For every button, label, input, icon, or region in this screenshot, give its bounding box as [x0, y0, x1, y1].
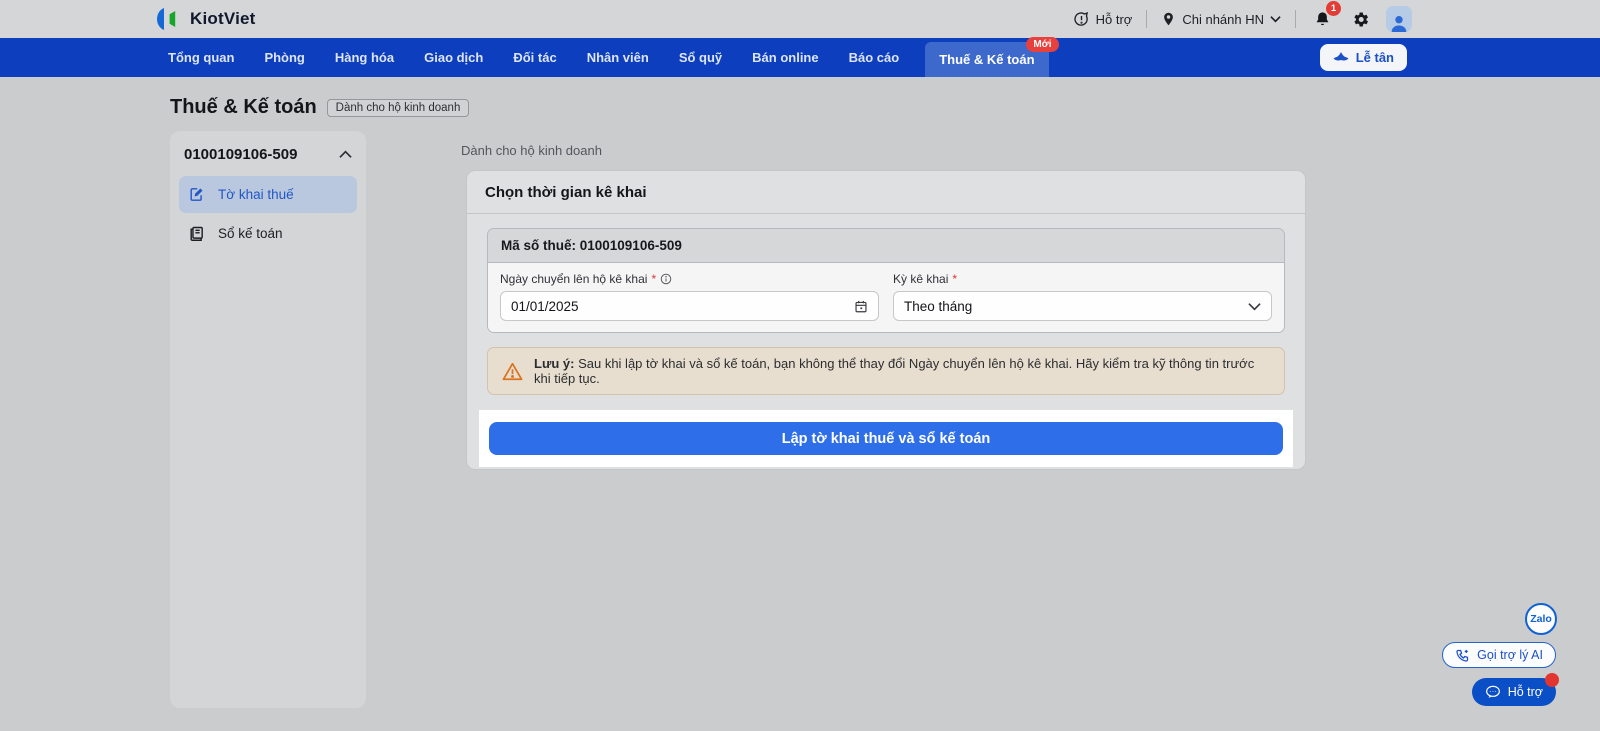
card-title: Chọn thời gian kê khai — [467, 171, 1305, 214]
date-field-label-row: Ngày chuyển lên hộ kê khai * — [500, 272, 879, 286]
nav-tab-giao-dich[interactable]: Giao dịch — [424, 50, 483, 65]
main-navbar: Tổng quan Phòng Hàng hóa Giao dịch Đối t… — [0, 37, 1600, 77]
reception-button[interactable]: Lễ tân — [1319, 44, 1407, 71]
kiotviet-logo-icon — [156, 7, 182, 31]
chevron-up-icon — [339, 150, 352, 159]
kiotviet-screen: KiotViet Hỗ trợ Chi nhánh HN 1 Tổng quan… — [0, 0, 1600, 731]
tax-form: Ngày chuyển lên hộ kê khai * 01/01/2025 … — [488, 263, 1284, 332]
nav-tabs: Tổng quan Phòng Hàng hóa Giao dịch Đối t… — [0, 37, 1059, 77]
declaration-card: Chọn thời gian kê khai Mã số thuế: 01001… — [466, 170, 1306, 470]
nav-tab-phong[interactable]: Phòng — [264, 50, 304, 65]
period-field: Kỳ kê khai * Theo tháng — [893, 272, 1272, 321]
zalo-widget[interactable]: Zalo — [1525, 603, 1557, 635]
date-input-wrapper — [500, 291, 879, 321]
support-notification-dot — [1545, 673, 1559, 687]
nav-tab-tong-quan[interactable]: Tổng quan — [168, 50, 234, 65]
lotus-icon — [1333, 51, 1349, 65]
card-body: Mã số thuế: 0100109106-509 Ngày chuyển l… — [467, 228, 1305, 469]
date-field: Ngày chuyển lên hộ kê khai * — [500, 272, 879, 321]
tax-code-label: Mã số thuế: 0100109106-509 — [488, 229, 1284, 263]
sidebar-item-to-khai-thue[interactable]: Tờ khai thuế — [179, 176, 357, 213]
chat-bubble-icon — [1485, 685, 1501, 699]
required-asterisk: * — [952, 272, 958, 286]
ledger-book-icon — [188, 225, 205, 242]
submit-spotlight: Lập tờ khai thuế và sổ kế toán — [479, 410, 1293, 467]
warning-text: Lưu ý: Sau khi lập tờ khai và sổ kế toán… — [534, 356, 1270, 386]
period-field-label: Kỳ kê khai — [893, 272, 949, 286]
header-support[interactable]: Hỗ trợ — [1073, 11, 1133, 28]
notifications-bell[interactable]: 1 — [1310, 1, 1341, 31]
nav-tab-doi-tac[interactable]: Đối tác — [513, 50, 556, 65]
nav-tab-hang-hoa[interactable]: Hàng hóa — [335, 50, 394, 65]
reception-label: Lễ tân — [1355, 50, 1394, 65]
kiotviet-logo[interactable]: KiotViet — [156, 7, 256, 31]
nav-tab-ban-online[interactable]: Bán online — [752, 50, 818, 65]
content-subtitle: Dành cho hộ kinh doanh — [461, 143, 602, 158]
phone-plus-icon — [1455, 648, 1470, 663]
support-bubble-icon — [1073, 11, 1090, 28]
new-badge: Mới — [1026, 37, 1059, 52]
sidebar-group-header[interactable]: 0100109106-509 — [170, 131, 366, 174]
ai-assistant-call-button[interactable]: Gọi trợ lý AI — [1442, 642, 1556, 668]
calendar-icon[interactable] — [854, 299, 868, 314]
warning-body: Sau khi lập tờ khai và sổ kế toán, bạn k… — [534, 356, 1255, 386]
header-divider — [1146, 10, 1148, 28]
nav-tab-nhan-vien[interactable]: Nhân viên — [587, 50, 649, 65]
sidebar-tax-code: 0100109106-509 — [184, 146, 298, 163]
header-right-cluster: Hỗ trợ Chi nhánh HN 1 — [1073, 0, 1412, 38]
chevron-down-icon — [1248, 302, 1261, 311]
warning-banner: Lưu ý: Sau khi lập tờ khai và sổ kế toán… — [487, 347, 1285, 395]
warning-bold: Lưu ý: — [534, 356, 575, 371]
sidebar-item-label: Tờ khai thuế — [218, 187, 294, 202]
sidebar: 0100109106-509 Tờ khai thuế Sổ kế toán — [170, 131, 366, 708]
date-field-label: Ngày chuyển lên hộ kê khai — [500, 272, 648, 286]
user-avatar[interactable] — [1386, 6, 1412, 32]
header-divider — [1295, 10, 1296, 28]
settings-gear[interactable] — [1348, 7, 1372, 31]
brand-name: KiotViet — [190, 9, 256, 28]
chevron-down-icon — [1270, 15, 1281, 23]
sidebar-item-so-ke-toan[interactable]: Sổ kế toán — [179, 215, 357, 252]
sidebar-item-label: Sổ kế toán — [218, 226, 283, 241]
ai-call-label: Gọi trợ lý AI — [1477, 648, 1543, 662]
period-select[interactable]: Theo tháng — [893, 291, 1272, 321]
top-header: KiotViet Hỗ trợ Chi nhánh HN 1 — [0, 0, 1600, 38]
page-title-badge: Dành cho hộ kinh doanh — [326, 98, 470, 117]
nav-tab-thue-ke-toan[interactable]: Thuế & Kế toán Mới — [925, 37, 1059, 77]
warning-triangle-icon — [502, 362, 523, 381]
location-pin-icon — [1161, 11, 1176, 27]
support-fab-label: Hỗ trợ — [1507, 685, 1543, 699]
branch-selector[interactable]: Chi nhánh HN — [1161, 11, 1281, 27]
document-edit-icon — [188, 186, 205, 203]
zalo-label: Zalo — [1530, 613, 1552, 625]
period-field-label-row: Kỳ kê khai * — [893, 272, 1272, 286]
notification-badge: 1 — [1326, 1, 1341, 16]
support-label: Hỗ trợ — [1095, 11, 1133, 27]
page-title: Thuế & Kế toán — [170, 96, 317, 118]
support-chat-button[interactable]: Hỗ trợ — [1471, 673, 1559, 706]
nav-tab-bao-cao[interactable]: Báo cáo — [849, 50, 900, 65]
submit-button[interactable]: Lập tờ khai thuế và sổ kế toán — [489, 422, 1283, 455]
period-select-value: Theo tháng — [904, 298, 973, 314]
required-asterisk: * — [651, 272, 657, 286]
info-icon[interactable] — [660, 273, 672, 285]
date-input[interactable] — [511, 298, 854, 314]
nav-tab-so-quy[interactable]: Sổ quỹ — [679, 50, 722, 65]
page-title-row: Thuế & Kế toán Dành cho hộ kinh doanh — [170, 96, 470, 119]
active-tab-label: Thuế & Kế toán — [939, 52, 1035, 67]
tax-info-box: Mã số thuế: 0100109106-509 Ngày chuyển l… — [487, 228, 1285, 333]
branch-label: Chi nhánh HN — [1182, 11, 1264, 27]
